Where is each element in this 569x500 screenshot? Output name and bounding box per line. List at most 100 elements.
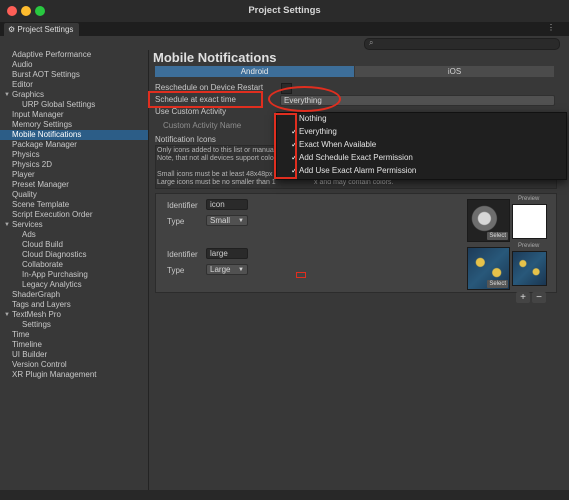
sidebar-item-cloud-build[interactable]: Cloud Build — [0, 240, 148, 250]
sidebar-item-label: XR Plugin Management — [12, 370, 97, 379]
sidebar-item-label: Collaborate — [22, 260, 63, 269]
popup-item-label: Add Use Exact Alarm Permission — [299, 166, 417, 175]
tab-project-settings[interactable]: ⚙ Project Settings — [4, 23, 80, 36]
sidebar-item-label: Memory Settings — [12, 120, 73, 129]
use-custom-activity-label: Use Custom Activity — [155, 107, 227, 116]
sidebar-item-collaborate[interactable]: Collaborate — [0, 260, 148, 270]
expand-arrow-icon[interactable]: ▼ — [4, 310, 10, 320]
identifier-label: Identifier — [167, 201, 198, 210]
select-texture-button[interactable]: Select — [487, 232, 508, 240]
page-title: Mobile Notifications — [153, 50, 277, 65]
popup-item-add-use-exact-alarm-permission[interactable]: ✓ Add Use Exact Alarm Permission — [277, 165, 566, 177]
sidebar-item-in-app-purchasing[interactable]: In-App Purchasing — [0, 270, 148, 280]
sidebar-item-package-manager[interactable]: Package Manager — [0, 140, 148, 150]
sidebar-item-memory-settings[interactable]: Memory Settings — [0, 120, 148, 130]
sidebar-item-preset-manager[interactable]: Preset Manager — [0, 180, 148, 190]
annotation-ellipse-schedule-value — [268, 86, 341, 112]
identifier-field[interactable]: icon — [206, 199, 248, 210]
sidebar-item-label: Mobile Notifications — [12, 130, 82, 139]
sidebar-item-cloud-diagnostics[interactable]: Cloud Diagnostics — [0, 250, 148, 260]
small-icon-texture[interactable]: Select — [467, 199, 510, 242]
sidebar-item-ui-builder[interactable]: UI Builder — [0, 350, 148, 360]
type-label: Type — [167, 217, 185, 226]
annotation-mark — [296, 272, 306, 278]
popup-item-label: Everything — [299, 127, 337, 136]
dropdown-value: Small — [210, 216, 231, 225]
popup-item-exact-when-available[interactable]: ✓ Exact When Available — [277, 139, 566, 151]
add-icon-button[interactable]: + — [516, 292, 530, 303]
sidebar-item-label: Version Control — [12, 360, 67, 369]
sidebar-item-physics-2d[interactable]: Physics 2D — [0, 160, 148, 170]
sidebar: Adaptive Performance Audio Burst AOT Set… — [0, 50, 149, 490]
sidebar-item-time[interactable]: Time — [0, 330, 148, 340]
info-text-3: Small icons must be at least 48x48px and — [157, 171, 287, 178]
sidebar-item-quality[interactable]: Quality — [0, 190, 148, 200]
search-input[interactable]: ⌕ — [364, 38, 560, 50]
sidebar-item-scene-template[interactable]: Scene Template — [0, 200, 148, 210]
remove-icon-button[interactable]: − — [532, 292, 546, 303]
sidebar-item-input-manager[interactable]: Input Manager — [0, 110, 148, 120]
expand-arrow-icon[interactable]: ▼ — [4, 220, 10, 230]
sidebar-item-version-control[interactable]: Version Control — [0, 360, 148, 370]
sidebar-item-textmesh-pro[interactable]: ▼ TextMesh Pro — [0, 310, 148, 320]
sidebar-item-label: Preset Manager — [12, 180, 69, 189]
sidebar-item-label: Physics 2D — [12, 160, 53, 169]
large-icon-texture[interactable]: Select — [467, 247, 510, 290]
dropdown-value: Large — [210, 265, 231, 274]
sidebar-item-mobile-notifications[interactable]: Mobile Notifications — [0, 130, 148, 140]
sidebar-item-tags-and-layers[interactable]: Tags and Layers — [0, 300, 148, 310]
more-options-icon[interactable]: ⋮ — [547, 23, 555, 32]
sidebar-item-shadergraph[interactable]: ShaderGraph — [0, 290, 148, 300]
sidebar-item-label: ShaderGraph — [12, 290, 61, 299]
sidebar-item-label: Tags and Layers — [12, 300, 71, 309]
sidebar-item-audio[interactable]: Audio — [0, 60, 148, 70]
info-text-1: Only icons added to this list or manuall… — [157, 147, 281, 154]
sidebar-item-label: URP Global Settings — [22, 100, 96, 109]
sidebar-item-timeline[interactable]: Timeline — [0, 340, 148, 350]
sidebar-item-settings[interactable]: Settings — [0, 320, 148, 330]
sidebar-item-burst-aot-settings[interactable]: Burst AOT Settings — [0, 70, 148, 80]
sidebar-item-label: Editor — [12, 80, 33, 89]
sidebar-item-label: Audio — [12, 60, 33, 69]
sidebar-item-label: Legacy Analytics — [22, 280, 82, 289]
expand-arrow-icon[interactable]: ▼ — [4, 90, 10, 100]
type-dropdown[interactable]: Large ▼ — [206, 264, 248, 275]
plus-icon: + — [520, 292, 526, 303]
large-icon-preview — [512, 251, 547, 286]
sidebar-item-graphics[interactable]: ▼ Graphics — [0, 90, 148, 100]
sidebar-item-legacy-analytics[interactable]: Legacy Analytics — [0, 280, 148, 290]
sidebar-item-ads[interactable]: Ads — [0, 230, 148, 240]
sidebar-item-label: Cloud Build — [22, 240, 63, 249]
sidebar-item-label: Quality — [12, 190, 37, 199]
dropdown-arrow-icon: ▼ — [238, 267, 244, 273]
tab-ios[interactable]: iOS — [355, 66, 554, 77]
sidebar-item-script-execution-order[interactable]: Script Execution Order — [0, 210, 148, 220]
sidebar-item-label: Ads — [22, 230, 36, 239]
popup-item-everything[interactable]: ✓ Everything — [277, 126, 566, 138]
identifier-field[interactable]: large — [206, 248, 248, 259]
sidebar-item-services[interactable]: ▼ Services — [0, 220, 148, 230]
sidebar-item-player[interactable]: Player — [0, 170, 148, 180]
minus-icon: − — [536, 292, 542, 303]
annotation-box-checkmarks — [274, 113, 297, 179]
select-texture-button[interactable]: Select — [487, 280, 508, 288]
sidebar-item-xr-plugin-management[interactable]: XR Plugin Management — [0, 370, 148, 380]
popup-item-label: Nothing — [299, 114, 327, 123]
dropdown-arrow-icon: ▼ — [238, 218, 244, 224]
info-text-4: Large icons must be no smaller than 1 — [157, 179, 276, 186]
info-text-2: Note, that not all devices support color… — [157, 155, 280, 162]
sidebar-item-urp-global-settings[interactable]: URP Global Settings — [0, 100, 148, 110]
tab-label: Project Settings — [17, 25, 74, 34]
type-dropdown[interactable]: Small ▼ — [206, 215, 248, 226]
sidebar-item-label: Burst AOT Settings — [12, 70, 80, 79]
sidebar-item-adaptive-performance[interactable]: Adaptive Performance — [0, 50, 148, 60]
sidebar-item-editor[interactable]: Editor — [0, 80, 148, 90]
tab-android[interactable]: Android — [155, 66, 354, 77]
sidebar-item-physics[interactable]: Physics — [0, 150, 148, 160]
gear-icon: ⚙ — [8, 25, 16, 34]
sidebar-item-label: Input Manager — [12, 110, 64, 119]
popup-item-nothing[interactable]: Nothing — [277, 113, 566, 125]
popup-item-add-schedule-exact-permission[interactable]: ✓ Add Schedule Exact Permission — [277, 152, 566, 164]
sidebar-item-label: Cloud Diagnostics — [22, 250, 87, 259]
preview-label: Preview — [518, 243, 540, 249]
